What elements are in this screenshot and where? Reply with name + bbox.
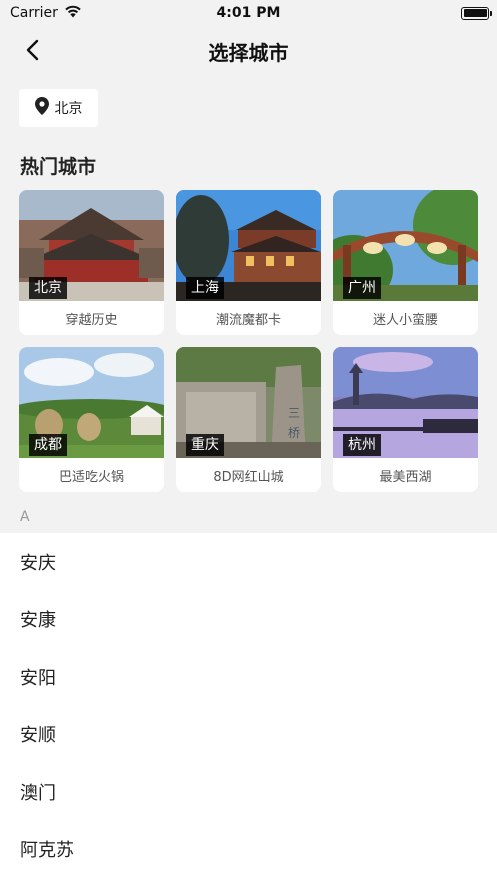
city-photo-beijing: 北京 [19, 190, 164, 301]
city-card-beijing[interactable]: 北京 穿越历史 [19, 190, 164, 335]
city-photo-chongqing: 三 桥 重庆 [176, 347, 321, 458]
city-card-chongqing[interactable]: 三 桥 重庆 8D网红山城 [176, 347, 321, 492]
list-item[interactable]: 安阳 [0, 648, 497, 706]
current-city-label: 北京 [54, 101, 83, 117]
city-photo-hangzhou: 杭州 [333, 347, 478, 458]
city-name-tag: 上海 [186, 277, 224, 299]
hot-cities-title: 热门城市 [20, 156, 97, 178]
status-left: Carrier [10, 5, 82, 22]
carrier-label: Carrier [10, 5, 58, 21]
list-item[interactable]: 安康 [0, 591, 497, 649]
nav-bar: 选择城市 [0, 26, 497, 76]
city-caption: 潮流魔都卡 [215, 312, 281, 328]
current-city-button[interactable]: 北京 [19, 89, 98, 127]
list-item[interactable]: 澳门 [0, 763, 497, 821]
city-name-tag: 广州 [343, 277, 381, 299]
list-item[interactable]: 安顺 [0, 706, 497, 764]
city-name-tag: 成都 [29, 434, 67, 456]
list-item[interactable]: 安庆 [0, 533, 497, 591]
index-letter-header: A [20, 509, 30, 525]
city-card-chengdu[interactable]: 成都 巴适吃火锅 [19, 347, 164, 492]
city-photo-shanghai: 上海 [176, 190, 321, 301]
city-name-tag: 杭州 [343, 434, 381, 456]
wifi-icon [64, 5, 82, 22]
hot-city-grid: 北京 穿越历史 上海 潮流魔都卡 广州 迷人小蛮腰 成都 巴适吃火锅 三 桥 重… [19, 190, 478, 492]
city-name-tag: 重庆 [186, 434, 224, 456]
list-item[interactable]: 阿克苏 [0, 821, 497, 879]
svg-text:桥: 桥 [288, 426, 300, 440]
battery-icon [461, 6, 492, 20]
city-list: 安庆 安康 安阳 安顺 澳门 阿克苏 [0, 533, 497, 883]
chevron-left-icon [25, 39, 39, 65]
city-card-shanghai[interactable]: 上海 潮流魔都卡 [176, 190, 321, 335]
city-caption: 8D网红山城 [213, 469, 284, 485]
city-photo-chengdu: 成都 [19, 347, 164, 458]
page-title: 选择城市 [208, 40, 289, 65]
back-button[interactable] [18, 38, 46, 66]
city-caption: 最美西湖 [379, 469, 432, 485]
city-caption: 穿越历史 [65, 312, 118, 328]
city-name-tag: 北京 [29, 277, 67, 299]
city-card-hangzhou[interactable]: 杭州 最美西湖 [333, 347, 478, 492]
city-caption: 巴适吃火锅 [58, 469, 124, 485]
svg-text:三: 三 [288, 406, 300, 420]
city-caption: 迷人小蛮腰 [372, 312, 438, 328]
location-pin-icon [34, 97, 49, 119]
city-card-guangzhou[interactable]: 广州 迷人小蛮腰 [333, 190, 478, 335]
status-bar: Carrier 4:01 PM [0, 0, 497, 26]
city-photo-guangzhou: 广州 [333, 190, 478, 301]
